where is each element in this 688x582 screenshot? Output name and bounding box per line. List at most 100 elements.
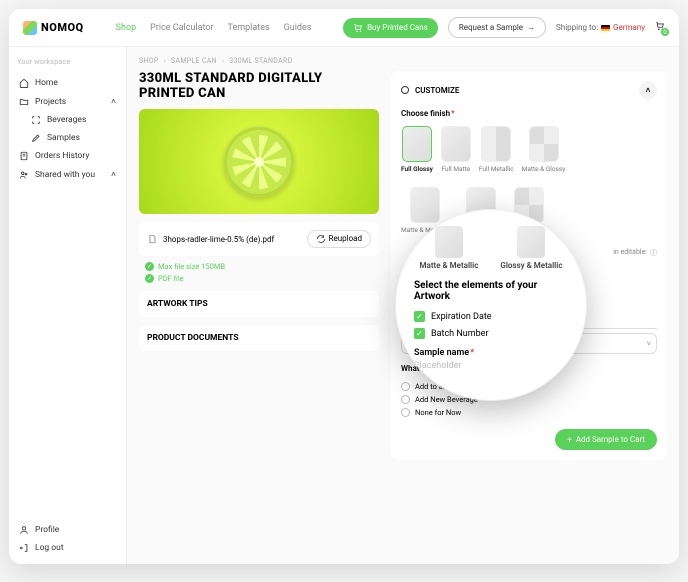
file-icon [147,234,157,244]
checkbox-checked-icon: ✓ [414,328,425,339]
hint-pdf: ✓PDF file [145,274,379,283]
finish-label: Full Metallic [479,165,514,173]
mag-placeholder: Placeholder [414,361,568,371]
pen-icon [31,133,41,143]
flag-de-icon [601,25,610,31]
page-title: 330ML STANDARD DIGITALLY PRINTED CAN [139,71,379,101]
ship-label: Shipping to: [556,23,598,32]
chevron-down-icon: ˅ [647,339,651,348]
check-label: Expiration Date [431,312,492,322]
radio-icon [401,395,410,404]
uploaded-file-row: 3hops-radler-lime-0.5% (de).pdf Reupload [139,222,379,256]
check-label: Batch Number [431,329,489,339]
lime-slice-graphic [224,127,294,197]
scan-icon [31,115,41,125]
mag-finish-mm: Matte & Metallic [420,226,479,270]
section-artwork-tips[interactable]: ARTWORK TIPS [139,291,379,317]
ship-country: Germany [613,23,645,32]
user-icon [19,525,29,535]
main-nav: Shop Price Calculator Templates Guides [116,23,312,33]
nav-templates[interactable]: Templates [228,23,270,33]
circle-icon [401,86,409,94]
cart-icon [353,23,363,33]
file-name: 3hops-radler-lime-0.5% (de).pdf [163,235,274,244]
finish-label: Matte & Glossy [522,165,566,173]
shipping-selector[interactable]: Shipping to: Germany [556,23,645,32]
crumb-shop[interactable]: SHOP [139,57,159,65]
mag-finish-gm: Glossy & Metallic [500,226,562,270]
buy-label: Buy Printed Cans [367,23,428,32]
finish-full-matte[interactable]: Full Matte [441,126,471,173]
radio-new[interactable]: Add New Beverage [401,393,657,406]
checkbox-batch[interactable]: ✓ Batch Number [414,325,568,342]
nav-guides[interactable]: Guides [284,23,312,33]
artwork-preview [139,109,379,214]
finish-label: Full Matte [441,165,470,173]
sidebar-samples[interactable]: Samples [17,129,118,147]
checkbox-expiration[interactable]: ✓ Expiration Date [414,308,568,325]
product-column: 330ML STANDARD DIGITALLY PRINTED CAN 3ho… [139,71,379,460]
chevron-up-icon: ˄ [111,96,116,107]
finish-full-glossy[interactable]: Full Glossy [401,126,433,173]
refresh-icon [316,234,326,244]
checkbox-checked-icon: ✓ [414,311,425,322]
sidebar-label: Home [35,78,58,88]
breadcrumb: SHOP› SAMPLE CAN› 330ML STANDARD [139,57,667,65]
plus-icon: + [567,435,572,444]
finish-label: Full Glossy [401,165,433,173]
radio-label: None for Now [415,408,461,417]
arrow-right-icon: → [527,23,535,32]
nav-shop[interactable]: Shop [116,23,137,33]
sidebar: Your workspace Home Projects ˄ Beverages… [9,47,127,564]
buy-printed-cans-button[interactable]: Buy Printed Cans [343,18,438,38]
sidebar-logout[interactable]: Log out [17,539,118,557]
logo-icon [23,21,37,35]
chevron-up-icon: ˄ [111,169,116,180]
sidebar-shared[interactable]: Shared with you ˄ [17,165,118,184]
top-header: NOMOQ Shop Price Calculator Templates Gu… [9,9,679,47]
sidebar-label: Profile [35,525,59,535]
workspace-label: Your workspace [17,57,118,66]
sidebar-label: Orders History [35,151,89,161]
section-product-docs[interactable]: PRODUCT DOCUMENTS [139,325,379,351]
sample-label: Request a Sample [459,23,523,32]
sidebar-profile[interactable]: Profile [17,521,118,539]
sidebar-label: Projects [35,97,66,107]
request-sample-button[interactable]: Request a Sample → [448,17,546,38]
cart-count-badge: 0 [661,28,669,36]
radio-icon [401,382,410,391]
finish-matte-glossy[interactable]: Matte & Glossy [522,126,566,173]
logo[interactable]: NOMOQ [23,21,84,35]
folder-icon [19,97,29,107]
reupload-button[interactable]: Reupload [307,230,371,248]
sidebar-beverages[interactable]: Beverages [17,111,118,129]
logout-icon [19,543,29,553]
add-btn-label: Add Sample to Cart [576,435,645,444]
mag-sample-label: Sample name [414,348,568,358]
radio-icon [401,408,410,417]
customize-header: CUSTOMIZE ˄ [401,81,657,99]
collapse-button[interactable]: ˄ [639,81,657,99]
nav-price-calculator[interactable]: Price Calculator [150,23,213,33]
reupload-label: Reupload [329,234,362,244]
finish-grid: Full Glossy Full Matte Full Metallic Mat… [401,126,657,173]
crumb-sample[interactable]: SAMPLE CAN [171,57,217,65]
sidebar-projects[interactable]: Projects ˄ [17,92,118,111]
info-icon[interactable]: ⓘ [650,248,657,258]
mag-finishes: Matte & Metallic Glossy & Metallic [414,226,568,270]
finish-full-metallic[interactable]: Full Metallic [479,126,514,173]
hint-label: Max file size 150MB [158,262,225,271]
sidebar-home[interactable]: Home [17,74,118,92]
choose-finish-label: Choose finish [401,109,657,118]
add-sample-to-cart-button[interactable]: + Add Sample to Cart [555,429,657,450]
hint-filesize: ✓Max file size 150MB [145,262,379,271]
sidebar-label: Beverages [47,115,86,125]
cart-button[interactable]: 0 [655,21,665,34]
sidebar-orders[interactable]: Orders History [17,147,118,165]
radio-none[interactable]: None for Now [401,406,657,419]
check-icon: ✓ [145,274,154,283]
sidebar-label: Samples [47,133,80,143]
mag-title: Select the elements of your Artwork [414,280,568,302]
users-icon [19,170,29,180]
customize-title: CUSTOMIZE [415,86,459,95]
